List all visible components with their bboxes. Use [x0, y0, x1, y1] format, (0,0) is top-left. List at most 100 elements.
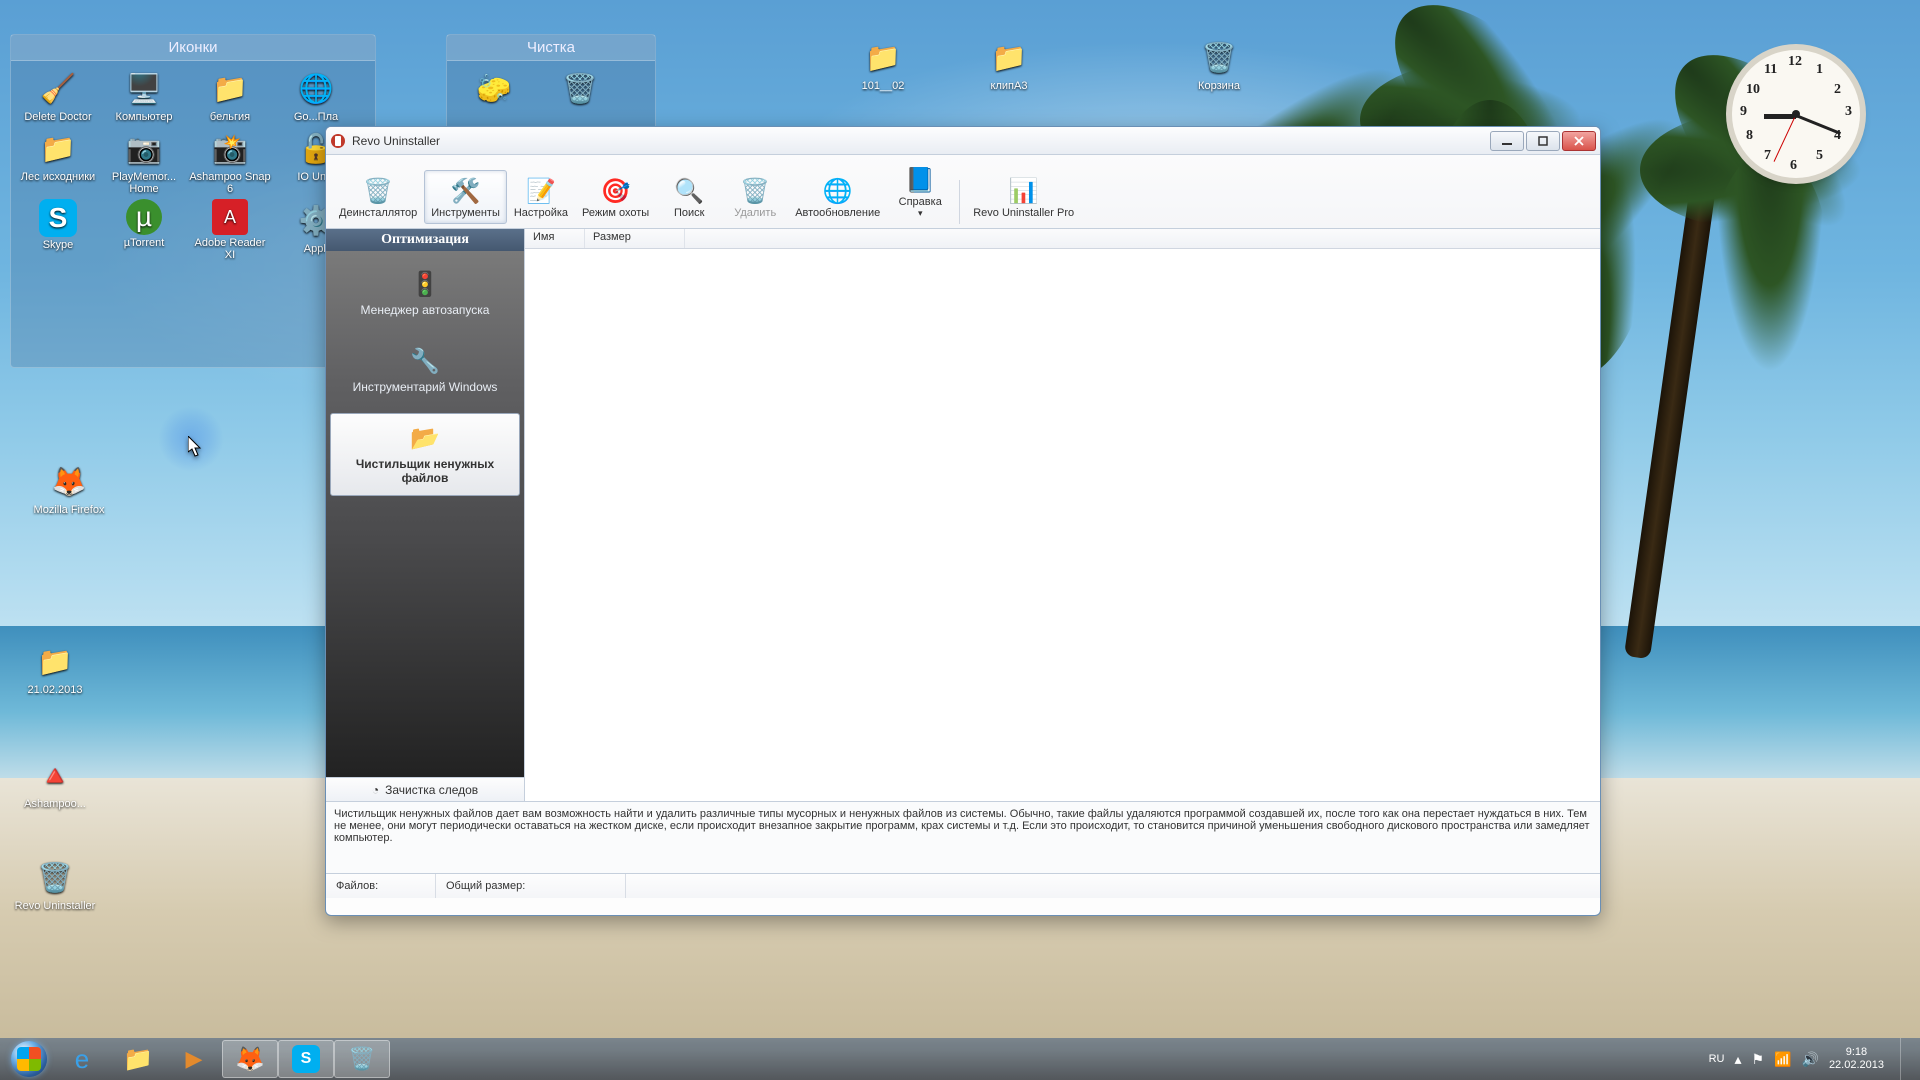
show-desktop-button[interactable] — [1900, 1038, 1910, 1080]
desktop-icon-firefox[interactable]: 🦊Mozilla Firefox — [28, 460, 110, 516]
toolbar-tools[interactable]: 🛠️Инструменты — [424, 170, 507, 224]
toolbar-label: Поиск — [674, 207, 704, 219]
status-files: Файлов: — [326, 874, 436, 898]
fence-clean[interactable]: Чистка 🧽 🗑️ — [446, 34, 656, 130]
firefox-icon: 🦊 — [48, 460, 90, 502]
folder-icon: 📁 — [37, 127, 79, 169]
desktop-icon[interactable]: 🧹Delete Doctor — [17, 67, 99, 123]
toolbar-autoupdate[interactable]: 🌐Автообновление — [788, 170, 887, 224]
icon-label: 101__02 — [862, 80, 905, 92]
desktop-icon[interactable]: µµTorrent — [103, 199, 185, 261]
desktop-icon-ashampoo[interactable]: 🔺Ashampoo... — [14, 754, 96, 810]
desktop-icon-recycle-bin[interactable]: 🗑️Корзина — [1178, 36, 1260, 92]
icon-label: Skype — [43, 239, 74, 251]
sidebar-footer-tracks[interactable]: ◔Зачистка следов — [326, 777, 524, 801]
recycle-bin-icon: 🗑️ — [1198, 36, 1240, 78]
toolbar-label: Деинсталлятор — [339, 207, 417, 219]
icon-label: PlayMemor... Home — [103, 171, 185, 195]
icon-label: Go...Пла — [294, 111, 338, 123]
icon-label: Adobe Reader XI — [189, 237, 271, 261]
desktop-icon-folder-clip[interactable]: 📁клипА3 — [968, 36, 1050, 92]
desktop-icon[interactable]: AAdobe Reader XI — [189, 199, 271, 261]
taskbar-explorer[interactable]: 📁 — [110, 1040, 166, 1078]
tray-volume-icon[interactable]: 🔊 — [1802, 1051, 1819, 1068]
main-panel: Имя Размер — [525, 229, 1600, 801]
desktop-icon[interactable]: 🖥️Компьютер — [103, 67, 185, 123]
window-title: Revo Uninstaller — [352, 134, 440, 148]
sidebar-header: Оптимизация — [326, 229, 524, 251]
fence-icons-title: Иконки — [11, 35, 375, 61]
camera-icon: 📸 — [209, 127, 251, 169]
desktop-icon[interactable]: 🧽 — [453, 67, 535, 109]
fence-icons[interactable]: Иконки 🧹Delete Doctor 🖥️Компьютер 📁 бельг… — [10, 34, 376, 368]
close-button[interactable] — [1562, 131, 1596, 151]
tray-time: 9:18 — [1829, 1046, 1884, 1059]
icon-label: бельгия — [210, 111, 250, 123]
tray-date: 22.02.2013 — [1829, 1059, 1884, 1072]
toolbar-uninstaller[interactable]: 🗑️Деинсталлятор — [332, 170, 424, 224]
taskbar[interactable]: e 📁 ▶ 🦊 S 🗑️ RU ▴ ⚑ 📶 🔊 9:18 22.02.2013 — [0, 1038, 1920, 1080]
column-name[interactable]: Имя — [525, 229, 585, 248]
taskbar-firefox[interactable]: 🦊 — [222, 1040, 278, 1078]
statusbar: Файлов: Общий размер: — [326, 874, 1600, 898]
desktop-clock-gadget[interactable]: 12 3 6 9 1 2 4 5 7 8 10 11 — [1732, 50, 1860, 178]
sidebar-item-windows-tools[interactable]: 🔧Инструментарий Windows — [330, 336, 520, 405]
icon-label: Компьютер — [116, 111, 173, 123]
taskbar-ie[interactable]: e — [54, 1040, 110, 1078]
titlebar[interactable]: Revo Uninstaller — [326, 127, 1600, 155]
sidebar-item-label: Менеджер автозапуска — [361, 303, 490, 317]
file-list[interactable] — [525, 249, 1600, 801]
toolbar-label: Удалить — [734, 207, 776, 219]
tray-flag-icon[interactable]: ⚑ — [1752, 1051, 1765, 1068]
tools-icon: 🛠️ — [450, 175, 482, 207]
column-size[interactable]: Размер — [585, 229, 685, 248]
sidebar-item-autostart[interactable]: 🚦 Менеджер автозапуска — [330, 259, 520, 328]
toolbar: 🗑️Деинсталлятор 🛠️Инструменты 📝Настройка… — [326, 155, 1600, 229]
sidebar-item-junk-cleaner[interactable]: 📂Чистильщик ненужных файлов — [330, 413, 520, 496]
desktop-icon[interactable]: 📁Лес исходники — [17, 127, 99, 195]
icon-label: Revo Uninstaller — [15, 900, 96, 912]
uninstaller-icon: 🗑️ — [362, 175, 394, 207]
traffic-light-icon: 🚦 — [410, 270, 440, 299]
tray-network-icon[interactable]: 📶 — [1774, 1051, 1791, 1068]
toolbar-label: Справка — [899, 196, 942, 208]
folder-clean-icon: 📂 — [410, 424, 440, 453]
toolbar-search[interactable]: 🔍Поиск — [656, 170, 722, 224]
column-headers[interactable]: Имя Размер — [525, 229, 1600, 249]
maximize-button[interactable] — [1526, 131, 1560, 151]
toolbar-settings[interactable]: 📝Настройка — [507, 170, 575, 224]
tray-chevron-icon[interactable]: ▴ — [1734, 1051, 1741, 1068]
revo-icon: 🗑️ — [348, 1046, 375, 1072]
toolbar-pro[interactable]: 📊Revo Uninstaller Pro — [966, 170, 1081, 224]
tray-language[interactable]: RU — [1709, 1053, 1725, 1065]
taskbar-media-player[interactable]: ▶ — [166, 1040, 222, 1078]
desktop-icon-folder[interactable]: 📁21.02.2013 — [14, 640, 96, 696]
folder-icon: 📁 — [209, 67, 251, 109]
desktop-icon[interactable]: 🗑️ — [539, 67, 621, 109]
toolbar-help[interactable]: 📘Справка▾ — [887, 159, 953, 224]
tray-clock[interactable]: 9:18 22.02.2013 — [1829, 1046, 1884, 1072]
icon-label: клипА3 — [991, 80, 1028, 92]
system-tray[interactable]: RU ▴ ⚑ 📶 🔊 9:18 22.02.2013 — [1709, 1038, 1916, 1080]
desktop-icon[interactable]: 📷PlayMemor... Home — [103, 127, 185, 195]
pro-icon: 📊 — [1008, 175, 1040, 207]
minimize-button[interactable] — [1490, 131, 1524, 151]
taskbar-revo[interactable]: 🗑️ — [334, 1040, 390, 1078]
desktop-icon[interactable]: SSkype — [17, 199, 99, 261]
taskbar-skype[interactable]: S — [278, 1040, 334, 1078]
desktop-icon[interactable]: 🌐Go...Пла — [275, 67, 357, 123]
desktop-icon[interactable]: 📸Ashampoo Snap 6 — [189, 127, 271, 195]
desktop-icon-revo[interactable]: 🗑️ Revo Uninstaller — [14, 856, 96, 912]
start-button[interactable] — [4, 1040, 54, 1078]
toolbar-delete: 🗑️Удалить — [722, 170, 788, 224]
fence-clean-title: Чистка — [447, 35, 655, 61]
desktop-icon[interactable]: 📁 бельгия — [189, 67, 271, 123]
toolbar-hunter-mode[interactable]: 🎯Режим охоты — [575, 170, 656, 224]
delete-icon: 🗑️ — [739, 175, 771, 207]
toolbar-label: Инструменты — [431, 207, 500, 219]
description-panel: Чистильщик ненужных файлов дает вам возм… — [326, 802, 1600, 874]
globe-icon: 🌐 — [822, 175, 854, 207]
desktop-icon-folder-101[interactable]: 📁101__02 — [842, 36, 924, 92]
uninstaller-icon: 🗑️ — [34, 856, 76, 898]
sidebar-item-label: Инструментарий Windows — [353, 380, 498, 394]
